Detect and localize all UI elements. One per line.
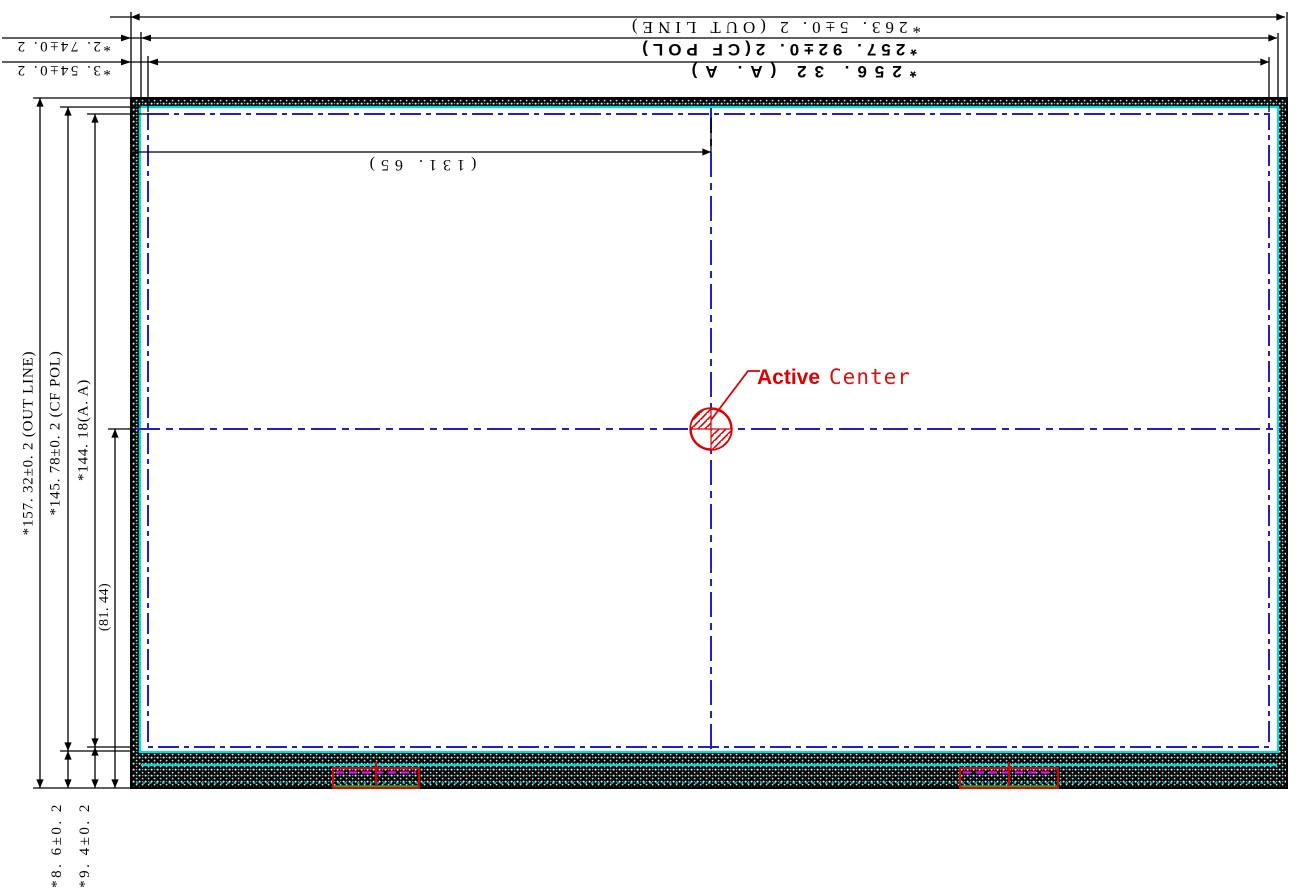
- dim-outline-ledge-label: *9. 4±0. 2: [77, 802, 93, 888]
- arrow-cf-inset-right: [141, 35, 151, 42]
- arrow-cf-inset-left: [121, 35, 131, 42]
- dim-left-outline-label: *157. 32±0. 2 (OUT LINE): [21, 351, 37, 536]
- arrow-aa-inset-left: [121, 59, 131, 66]
- panel-drawing-svg: Active Center: [0, 0, 1303, 893]
- active-label: Active: [757, 366, 820, 389]
- dim-top-outline-label: *263. 5±0. 2 (OUT LINE): [627, 18, 921, 37]
- center-label: Center: [829, 365, 911, 389]
- dim-center-horizontal-label: (131. 65): [364, 156, 477, 173]
- dim-cf-ledge-label: *8. 6±0. 2: [49, 802, 65, 888]
- dim-center-to-bottom-label: (81. 44): [97, 583, 112, 631]
- dim-aa-inset-label: *3. 54±0. 2: [15, 62, 111, 78]
- dim-left-aa-label: *144. 18(A. A): [76, 379, 92, 481]
- active-center-label: Active Center: [757, 365, 911, 389]
- dim-left-cfpol-label: *145. 78±0. 2 (CF POL): [48, 350, 64, 515]
- dim-cf-inset-label: *2. 74±0. 2: [15, 38, 111, 54]
- dim-top-aa-label: *256. 32 (A. A): [684, 62, 917, 81]
- arrow-aa-inset-right: [148, 59, 158, 66]
- dim-top-cfpol-label: *257. 92±0. 2(CF POL): [637, 40, 917, 59]
- drawing-canvas: Active Center: [0, 0, 1303, 893]
